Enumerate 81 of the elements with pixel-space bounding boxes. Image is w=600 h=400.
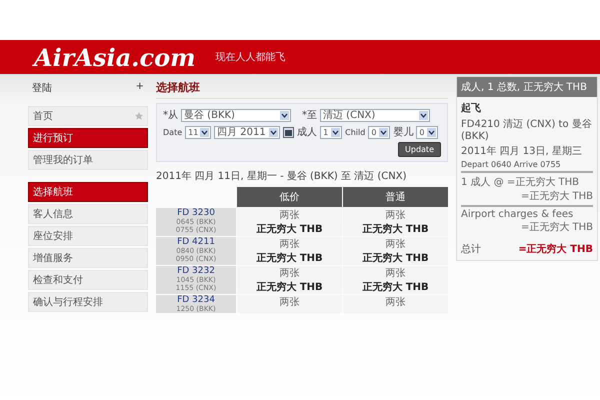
expand-symbol: + (136, 81, 144, 94)
fare-cell[interactable]: 两张 正无穷大 THB (237, 237, 342, 265)
fare-cell[interactable]: 两张 正无穷大 THB (343, 208, 448, 236)
child-label: Child (345, 128, 366, 136)
fare-price: 正无穷大 THB (362, 252, 429, 265)
charge-amount: =正无穷大 THB (520, 190, 593, 203)
caret-icon (200, 128, 210, 136)
from-label: *从 (163, 108, 178, 122)
flight-number[interactable]: FD 3230 (177, 208, 215, 218)
fare-cell[interactable]: 两张 (237, 295, 342, 313)
login-label: 登陆 (32, 82, 52, 95)
fare-cell[interactable]: 两张 正无穷大 THB (237, 208, 342, 236)
caret-icon (379, 128, 388, 136)
fare-note: 两张 (386, 266, 406, 280)
flight-number[interactable]: FD 3232 (177, 266, 215, 276)
fare-price: 正无穷大 THB (256, 280, 323, 294)
star-icon (135, 112, 143, 120)
fare-note: 两张 (280, 208, 300, 222)
step-item[interactable]: 检查和支付 (28, 270, 148, 290)
tagline: 现在人人都能飞 (216, 50, 286, 64)
menu-item[interactable]: 管理我的订单 (28, 150, 148, 170)
caret-icon (331, 128, 340, 136)
caret-icon (419, 110, 428, 120)
to-label: *至 (302, 109, 317, 122)
dropdown-field[interactable]: 曼谷 (BKK) (181, 108, 291, 122)
date-route-line: 2011年 四月 11日, 星期一 - 曼谷 (BKK) 至 清迈 (CNX) (156, 170, 408, 183)
fare-note: 两张 (280, 266, 300, 280)
step-item[interactable]: 确认与行程安排 (28, 292, 148, 312)
caret-icon (269, 128, 278, 136)
charge-label: 1 成人 @ =正无穷大 THB (461, 176, 580, 189)
summary-header: 成人, 1 总数, 正无穷大 THB (457, 77, 597, 97)
menu-item-label: 首页 (33, 110, 53, 123)
step-item[interactable]: 选择航班 (28, 182, 148, 202)
dropdown-field[interactable]: 1 (320, 126, 342, 138)
date-label: Date (163, 128, 182, 136)
fare-note: 两张 (386, 238, 406, 251)
fare-price: 正无穷大 THB (256, 252, 323, 265)
calendar-icon[interactable] (283, 126, 294, 138)
dropdown-field[interactable]: 四月 2011 (214, 126, 280, 138)
flight-number[interactable]: FD 4211 (177, 237, 215, 247)
flight-route: FD4210 清迈 (CNX) to 曼谷 (BKK) (461, 118, 593, 142)
fare-note: 两张 (280, 296, 300, 309)
fare-note: 两张 (280, 238, 300, 251)
column-header: 低价 (237, 187, 342, 207)
update-button[interactable]: Update (398, 142, 441, 157)
infant-label: 婴儿 (393, 126, 414, 139)
fare-note: 两张 (386, 296, 406, 309)
dropdown-field[interactable]: 清迈 (CNX) (320, 108, 430, 122)
dropdown-field[interactable]: 0 (368, 126, 390, 138)
site-logo[interactable]: AirAsia.com (34, 42, 196, 72)
flight-number[interactable]: FD 3234 (177, 295, 215, 305)
fare-price: 正无穷大 THB (362, 280, 429, 294)
page-title: 选择航班 (156, 80, 448, 99)
fare-price: 正无穷大 THB (256, 222, 323, 236)
login-bar[interactable]: 登陆 + (28, 78, 148, 98)
fare-cell[interactable]: 两张 正无穷大 THB (343, 266, 448, 294)
menu-item[interactable]: 首页 (28, 106, 148, 126)
fare-cell[interactable]: 两张 正无穷大 THB (237, 266, 342, 294)
step-item[interactable]: 座位安排 (28, 226, 148, 246)
caret-icon (427, 128, 436, 136)
column-header: 普通 (343, 187, 448, 207)
fare-cell[interactable]: 两张 正无穷大 THB (343, 237, 448, 265)
flight-times: Depart 0640 Arrive 0755 (461, 160, 562, 169)
step-item[interactable]: 增值服务 (28, 248, 148, 268)
fare-price: 正无穷大 THB (362, 222, 429, 236)
adults-label: 成人 (297, 126, 318, 139)
summary-title: 起飞 (461, 102, 482, 115)
charge-label: Airport charges & fees (461, 209, 574, 220)
fare-note: 两张 (386, 208, 406, 222)
charge-amount: =正无穷大 THB (520, 220, 593, 234)
menu-item[interactable]: 进行预订 (28, 128, 148, 148)
dropdown-field[interactable]: 0 (416, 126, 438, 138)
total-label: 总计 (461, 242, 481, 256)
total-amount: =正无穷大 THB (518, 242, 593, 256)
menu-item-label: 管理我的订单 (33, 154, 93, 167)
menu-item-label: 进行预订 (33, 132, 73, 145)
caret-icon (280, 110, 289, 120)
fare-cell[interactable]: 两张 (343, 295, 448, 313)
step-item[interactable]: 客人信息 (28, 204, 148, 224)
dropdown-field[interactable]: 11 (185, 126, 212, 138)
flight-date: 2011年 四月 13日, 星期三 (461, 144, 583, 158)
